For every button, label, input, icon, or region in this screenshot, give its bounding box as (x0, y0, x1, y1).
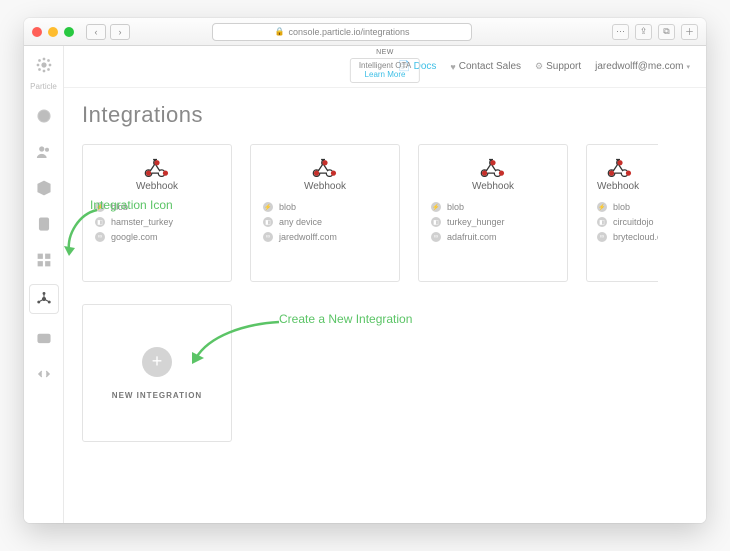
close-window-button[interactable] (32, 27, 42, 37)
tabs-icon[interactable]: ⧉ (658, 24, 675, 40)
service-name: Webhook (472, 181, 514, 192)
new-tab-icon[interactable]: ＋ (681, 24, 698, 40)
cube-icon[interactable] (33, 177, 55, 199)
logo-icon[interactable] (33, 54, 55, 76)
forward-button[interactable]: › (110, 24, 130, 40)
support-link[interactable]: ⚙Support (535, 61, 581, 72)
card-row: ◧hamster_turkey (83, 217, 231, 227)
brand-label: Particle (30, 82, 57, 91)
card-row: ◧any device (251, 217, 399, 227)
contact-sales-link[interactable]: ♥Contact Sales (450, 61, 521, 72)
heart-icon: ♥ (450, 62, 455, 72)
event-icon: ⚡ (431, 202, 441, 212)
reader-icon[interactable]: ⋯ (612, 24, 629, 40)
zoom-window-button[interactable] (64, 27, 74, 37)
user-menu[interactable]: jaredwolff@me.com▾ (595, 61, 690, 72)
device-icon: ◧ (431, 217, 441, 227)
event-icon: ⚡ (263, 202, 273, 212)
device-icon: ◧ (95, 217, 105, 227)
promo-link: Learn More (359, 70, 411, 79)
main-area: NEW Intelligent OTA Learn More 📄Docs ♥Co… (64, 46, 706, 523)
card-row: ⚡blob (83, 202, 231, 212)
device-icon: ◧ (597, 217, 607, 227)
browser-chrome: ‹ › 🔒 console.particle.io/integrations ⋯… (24, 18, 706, 46)
card-row: ⚡blob (419, 202, 567, 212)
card-row: ◧circuitdojo (587, 217, 658, 227)
integration-card[interactable]: Webhook ⚡blob ◧turkey_hunger ∞adafruit.c… (418, 144, 568, 282)
card-row: ∞brytecloud.com (587, 232, 658, 242)
card-row: ⚡blob (251, 202, 399, 212)
code-icon[interactable] (33, 363, 55, 385)
device-icon: ◧ (263, 217, 273, 227)
link-icon: ∞ (597, 232, 607, 242)
url-text: console.particle.io/integrations (288, 27, 409, 37)
integrations-icon[interactable] (30, 285, 58, 313)
billing-icon[interactable] (33, 327, 55, 349)
plus-icon: + (142, 347, 172, 377)
card-row: ∞adafruit.com (419, 232, 567, 242)
url-bar[interactable]: 🔒 console.particle.io/integrations (212, 23, 472, 41)
webhook-icon (480, 155, 506, 177)
webhook-icon (144, 155, 170, 177)
webhook-icon (312, 155, 338, 177)
link-icon: ∞ (263, 232, 273, 242)
link-icon: ∞ (95, 232, 105, 242)
minimize-window-button[interactable] (48, 27, 58, 37)
integration-card[interactable]: Webhook ⚡blob ◧circuitdojo ∞brytecloud.c… (586, 144, 658, 282)
event-icon: ⚡ (597, 202, 607, 212)
chevron-down-icon: ▾ (686, 63, 690, 71)
globe-icon[interactable] (33, 105, 55, 127)
share-icon[interactable]: ⇪ (635, 24, 652, 40)
lock-icon: 🔒 (274, 27, 284, 36)
card-row: ⚡blob (587, 202, 658, 212)
event-icon: ⚡ (95, 202, 105, 212)
new-integration-card[interactable]: + NEW INTEGRATION (82, 304, 232, 442)
new-integration-label: NEW INTEGRATION (112, 391, 202, 400)
sim-icon[interactable] (33, 213, 55, 235)
users-icon[interactable] (33, 141, 55, 163)
webhook-icon (607, 155, 633, 177)
card-row: ∞jaredwolff.com (251, 232, 399, 242)
service-name: Webhook (587, 181, 639, 192)
traffic-lights (32, 27, 74, 37)
promo-title: Intelligent OTA (359, 61, 411, 70)
service-name: Webhook (136, 181, 178, 192)
sidebar: Particle (24, 46, 64, 523)
page-title: Integrations (82, 102, 706, 128)
link-icon: ∞ (431, 232, 441, 242)
integration-card[interactable]: Webhook ⚡blob ◧hamster_turkey ∞google.co… (82, 144, 232, 282)
integrations-list: Webhook ⚡blob ◧hamster_turkey ∞google.co… (82, 144, 706, 282)
service-name: Webhook (304, 181, 346, 192)
card-row: ◧turkey_hunger (419, 217, 567, 227)
integration-card[interactable]: Webhook ⚡blob ◧any device ∞jaredwolff.co… (250, 144, 400, 282)
back-button[interactable]: ‹ (86, 24, 106, 40)
gear-icon: ⚙ (535, 61, 543, 72)
card-row: ∞google.com (83, 232, 231, 242)
topbar: NEW Intelligent OTA Learn More 📄Docs ♥Co… (64, 46, 706, 88)
grid-icon[interactable] (33, 249, 55, 271)
promo-box[interactable]: Intelligent OTA Learn More (350, 58, 420, 83)
new-badge: NEW (376, 49, 394, 56)
